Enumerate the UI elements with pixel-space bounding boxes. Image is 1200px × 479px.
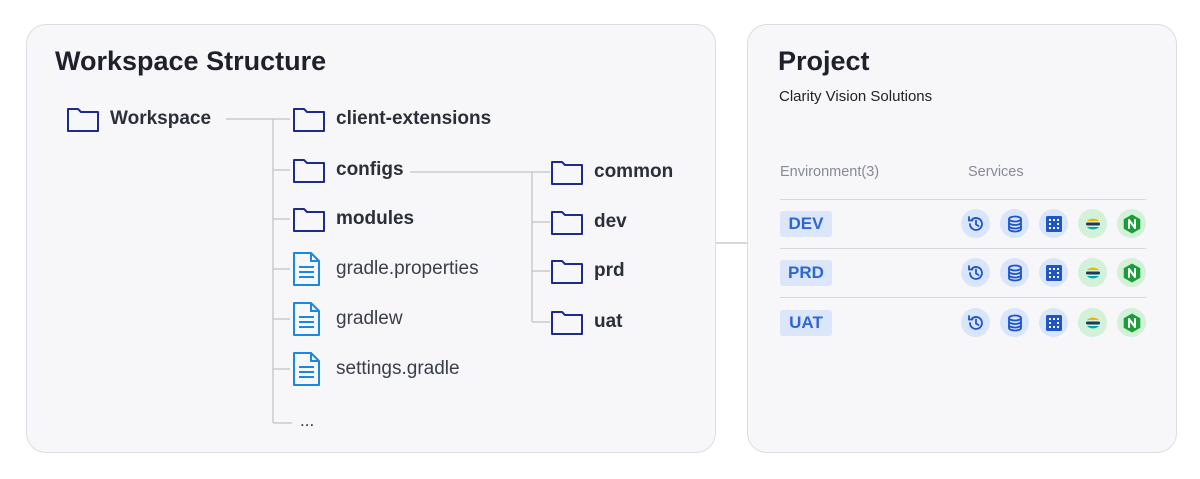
tree-node-label: gradle.properties (336, 258, 479, 279)
grid-chip-icon[interactable] (1039, 209, 1068, 238)
tree-node-label: gradlew (336, 308, 403, 329)
history-icon[interactable] (961, 258, 990, 287)
elastic-icon[interactable] (1078, 308, 1107, 337)
elastic-icon[interactable] (1078, 209, 1107, 238)
tree-node-settings-gradle[interactable]: settings.gradle (292, 352, 460, 386)
grid-chip-icon[interactable] (1039, 308, 1068, 337)
tree-node-label: settings.gradle (336, 358, 460, 379)
folder-icon (292, 204, 326, 234)
folder-icon (550, 207, 584, 237)
tree-node-label: uat (594, 311, 623, 332)
tree-node-configs[interactable]: configs (292, 155, 404, 185)
history-icon[interactable] (961, 209, 990, 238)
nginx-icon[interactable] (1117, 209, 1146, 238)
folder-icon (550, 307, 584, 337)
nginx-icon[interactable] (1117, 308, 1146, 337)
tree-node-modules[interactable]: modules (292, 204, 414, 234)
service-icons (961, 308, 1146, 337)
file-icon (292, 302, 326, 336)
history-icon[interactable] (961, 308, 990, 337)
tree-node-label: configs (336, 159, 404, 180)
database-icon[interactable] (1000, 209, 1029, 238)
folder-icon (66, 104, 100, 134)
env-row-dev[interactable]: DEV (780, 199, 1146, 248)
tree-node-gradle-properties[interactable]: gradle.properties (292, 252, 479, 286)
tree-node-label: prd (594, 260, 625, 281)
tree-node-prd[interactable]: prd (550, 256, 625, 286)
service-icons (961, 209, 1146, 238)
env-row-prd[interactable]: PRD (780, 248, 1146, 297)
tree-node-label: ... (300, 411, 315, 430)
env-badge[interactable]: PRD (780, 259, 832, 286)
workspace-title: Workspace Structure (55, 46, 327, 76)
folder-icon (550, 157, 584, 187)
file-icon (292, 252, 326, 286)
service-icons (961, 258, 1146, 287)
services-column-header: Services (968, 164, 1024, 180)
database-icon[interactable] (1000, 308, 1029, 337)
project-title: Project (778, 46, 870, 76)
tree-node-label: Workspace (110, 108, 212, 129)
tree-node-common[interactable]: common (550, 157, 673, 187)
tree-node-dev[interactable]: dev (550, 207, 627, 237)
tree-node-label: modules (336, 208, 415, 229)
environment-column-header: Environment(3) (780, 164, 880, 180)
tree-node-label: client-extensions (336, 108, 492, 129)
env-row-uat[interactable]: UAT (780, 298, 1146, 347)
database-icon[interactable] (1000, 258, 1029, 287)
env-badge[interactable]: DEV (780, 210, 832, 237)
grid-chip-icon[interactable] (1039, 258, 1068, 287)
folder-icon (292, 104, 326, 134)
tree-node-uat[interactable]: uat (550, 307, 623, 337)
file-icon (292, 352, 326, 386)
tree-node-workspace[interactable]: Workspace (66, 104, 211, 134)
tree-node-client-extensions[interactable]: client-extensions (292, 104, 491, 134)
project-name: Clarity Vision Solutions (779, 88, 933, 105)
elastic-icon[interactable] (1078, 258, 1107, 287)
tree-node-label: dev (594, 211, 627, 232)
env-badge[interactable]: UAT (780, 309, 832, 336)
folder-icon (550, 256, 584, 286)
workspace-structure-panel (26, 24, 716, 453)
nginx-icon[interactable] (1117, 258, 1146, 287)
tree-node-gradlew[interactable]: gradlew (292, 302, 403, 336)
tree-node-label: common (594, 161, 674, 182)
folder-icon (292, 155, 326, 185)
tree-node-more: ... (300, 406, 314, 436)
